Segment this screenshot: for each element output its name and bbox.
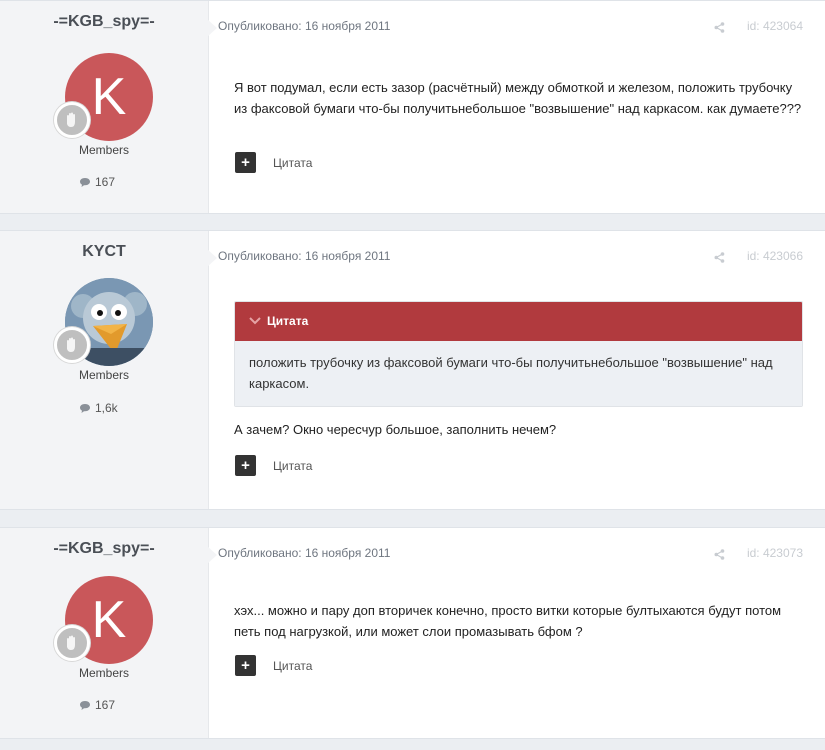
- chevron-down-icon[interactable]: [249, 302, 261, 341]
- post-text: хэх... можно и пару доп вторичек конечно…: [234, 603, 782, 639]
- member-role: Members: [78, 143, 129, 157]
- comment-icon: [80, 403, 90, 413]
- multiquote-add-button[interactable]: +: [235, 655, 256, 676]
- post-3: -=KGB_spy=- K Members 167 Опубликовано: …: [0, 527, 825, 739]
- post-text: Я вот подумал, если есть зазор (расчётны…: [234, 80, 802, 116]
- comment-icon: [80, 177, 90, 187]
- post-count: 1,6k: [79, 401, 118, 415]
- post-text: А зачем? Окно чересчур большое, заполнит…: [234, 422, 557, 437]
- rank-badge-icon: [54, 625, 90, 661]
- author-panel: KYCT Members 1,6k: [0, 231, 209, 509]
- multiquote-add-button[interactable]: +: [235, 152, 256, 173]
- post-id[interactable]: id: 423066: [747, 249, 803, 263]
- post-content: Опубликовано: 16 ноября 2011 id: 423073 …: [207, 528, 825, 738]
- published-date: Опубликовано: 16 ноября 2011: [218, 249, 391, 263]
- rank-badge-icon: [54, 102, 90, 138]
- post-1: -=KGB_spy=- K Members 167 Опубликовано: …: [0, 0, 825, 214]
- post-2: KYCT Members 1,6k Опубликовано: 16 ноябр…: [0, 230, 825, 510]
- quote-title: Цитата: [267, 314, 309, 328]
- post-id[interactable]: id: 423073: [747, 546, 803, 560]
- speech-arrow: [207, 546, 217, 564]
- post-id[interactable]: id: 423064: [747, 19, 803, 33]
- post-content: Опубликовано: 16 ноября 2011 id: 423064 …: [207, 1, 825, 213]
- post-count: 167: [79, 698, 115, 712]
- author-name[interactable]: -=KGB_spy=-: [0, 13, 208, 31]
- author-name[interactable]: -=KGB_spy=-: [0, 540, 208, 558]
- multiquote-add-button[interactable]: +: [235, 455, 256, 476]
- rank-badge-icon: [54, 327, 90, 363]
- quote-header[interactable]: Цитата: [235, 302, 802, 341]
- speech-arrow: [207, 19, 217, 37]
- author-panel: -=KGB_spy=- K Members 167: [0, 528, 209, 738]
- share-icon[interactable]: [714, 20, 725, 38]
- share-icon[interactable]: [714, 250, 725, 268]
- post-count: 167: [79, 175, 115, 189]
- quote-block: Цитата положить трубочку из факсовой бум…: [234, 301, 803, 407]
- post-count-value: 167: [95, 175, 116, 189]
- quote-button[interactable]: Цитата: [273, 156, 312, 170]
- share-icon[interactable]: [714, 547, 725, 565]
- post-count-value: 1,6k: [95, 401, 118, 415]
- comment-icon: [80, 700, 90, 710]
- speech-arrow: [207, 249, 217, 267]
- quote-text: положить трубочку из факсовой бумаги что…: [235, 341, 802, 406]
- member-role: Members: [78, 368, 129, 382]
- published-date: Опубликовано: 16 ноября 2011: [218, 19, 391, 33]
- member-role: Members: [78, 666, 129, 680]
- quote-button[interactable]: Цитата: [273, 659, 312, 673]
- published-date: Опубликовано: 16 ноября 2011: [218, 546, 391, 560]
- author-panel: -=KGB_spy=- K Members 167: [0, 1, 209, 213]
- post-content: Опубликовано: 16 ноября 2011 id: 423066 …: [207, 231, 825, 509]
- author-name[interactable]: KYCT: [0, 243, 208, 261]
- quote-button[interactable]: Цитата: [273, 459, 312, 473]
- post-count-value: 167: [95, 698, 116, 712]
